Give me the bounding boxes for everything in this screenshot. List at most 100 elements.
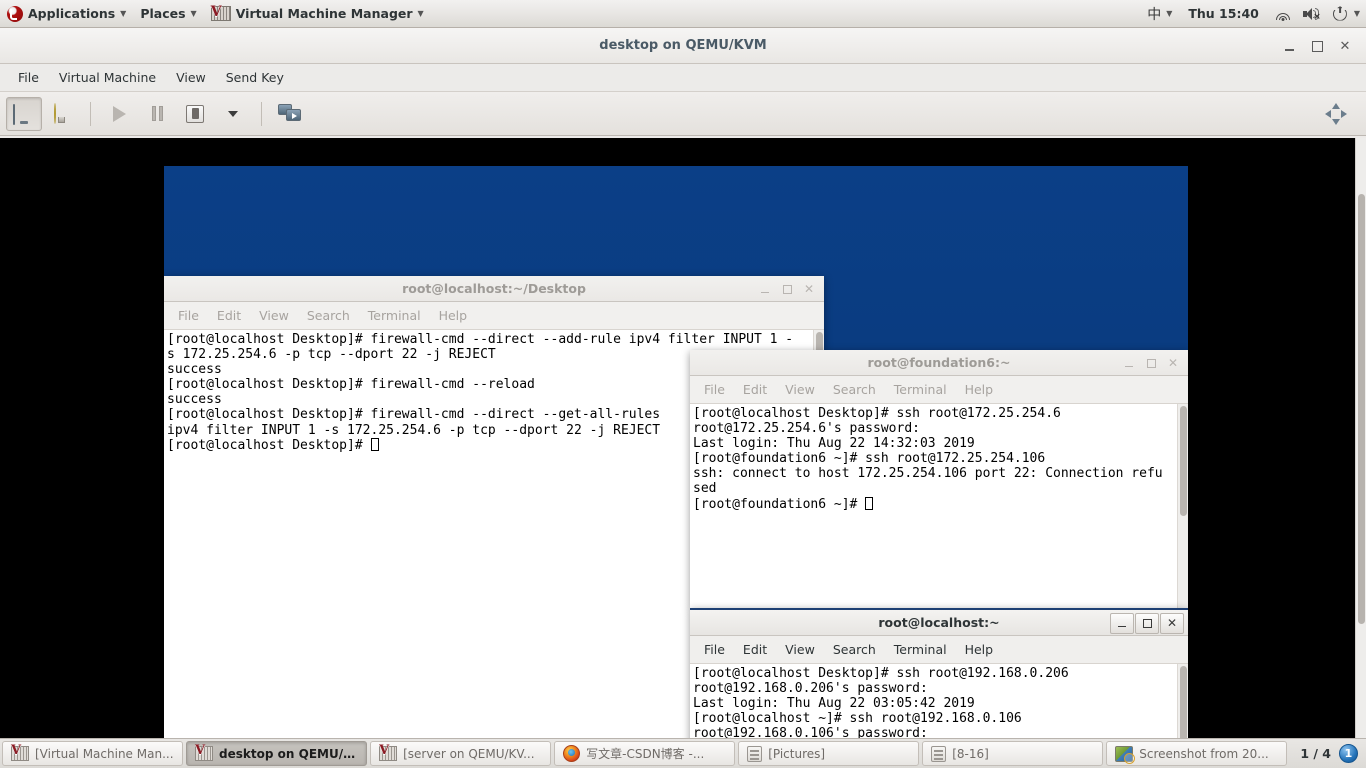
taskbar-item-label: 写文章-CSDN博客 -... (586, 747, 705, 761)
taskbar-item-6[interactable]: Screenshot from 20... (1106, 741, 1288, 766)
shutdown-icon (186, 104, 204, 123)
terminal-1-title: root@localhost:~/Desktop (402, 281, 586, 296)
terminal-3-menu-edit[interactable]: Edit (735, 638, 775, 661)
terminal-2-menu-view[interactable]: View (777, 378, 823, 401)
terminal-3-menu-search[interactable]: Search (825, 638, 884, 661)
vmm-window-title: desktop on QEMU/KVM (599, 38, 767, 53)
terminal-2-menu-search[interactable]: Search (825, 378, 884, 401)
terminal-window-3[interactable]: root@localhost:~ ✕ File Edit View Search… (690, 608, 1188, 738)
run-vm-button[interactable] (101, 97, 137, 131)
terminal-3-output: [root@localhost Desktop]# ssh root@192.1… (690, 664, 1177, 738)
terminal-2-minimize-button[interactable] (1118, 353, 1140, 373)
menu-virtual-machine[interactable]: Virtual Machine (49, 66, 166, 89)
terminal-line: [root@foundation6 ~]# (693, 496, 1177, 512)
vm-viewport-scrollbar[interactable] (1355, 138, 1366, 738)
terminal-1-menu-view[interactable]: View (251, 304, 297, 327)
volume-muted-icon: × (1302, 7, 1321, 21)
terminal-3-maximize-button[interactable] (1135, 612, 1159, 634)
toolbar-separator (261, 101, 262, 126)
menu-view[interactable]: View (166, 66, 216, 89)
clock[interactable]: Thu 15:40 (1178, 1, 1268, 27)
terminal-2-close-button[interactable]: ✕ (1162, 353, 1184, 373)
screens-icon (278, 104, 302, 123)
vmm-close-button[interactable]: ✕ (1332, 33, 1358, 59)
terminal-3-minimize-button[interactable] (1110, 612, 1134, 634)
terminal-window-2[interactable]: root@foundation6:~ ✕ File Edit View Sear… (690, 350, 1188, 608)
terminal-2-scrollbar[interactable] (1177, 404, 1188, 608)
pause-icon (151, 106, 163, 121)
shutdown-vm-button[interactable] (177, 97, 213, 131)
terminal-1-minimize-button[interactable] (754, 279, 776, 299)
vmm-toolbar (0, 92, 1366, 136)
chevron-down-icon: ▼ (1166, 8, 1173, 18)
taskbar-item-label: [server on QEMU/KV... (403, 746, 535, 761)
taskbar-item-5[interactable]: [8-16] (922, 741, 1104, 766)
fullscreen-button[interactable] (1318, 97, 1354, 131)
virtual-machine-manager-icon (379, 743, 398, 761)
power-icon (1332, 6, 1347, 21)
workspace-indicator[interactable]: 1 / 4 1 (1290, 744, 1364, 763)
terminal-1-menu-help[interactable]: Help (431, 304, 476, 327)
terminal-1-maximize-button[interactable] (776, 279, 798, 299)
chevron-down-icon: ▼ (120, 8, 127, 18)
terminal-1-menu-file[interactable]: File (170, 304, 207, 327)
take-screenshot-button[interactable] (272, 97, 308, 131)
taskbar-item-label: [8-16] (952, 746, 989, 761)
terminal-1-titlebar: root@localhost:~/Desktop ✕ (164, 276, 824, 302)
taskbar-item-label: [Virtual Machine Man... (35, 746, 174, 761)
terminal-2-menu-terminal[interactable]: Terminal (886, 378, 955, 401)
taskbar-item-0[interactable]: [Virtual Machine Man... (2, 741, 184, 766)
terminal-3-body[interactable]: [root@localhost Desktop]# ssh root@192.1… (690, 664, 1188, 738)
vmm-minimize-button[interactable] (1276, 33, 1302, 59)
terminal-3-menu-file[interactable]: File (696, 638, 733, 661)
vm-viewport-scroll-thumb[interactable] (1358, 194, 1365, 624)
terminal-3-menu-terminal[interactable]: Terminal (886, 638, 955, 661)
system-menu[interactable]: ▼ (1327, 1, 1366, 27)
shutdown-options-button[interactable] (215, 97, 251, 131)
menu-file[interactable]: File (8, 66, 49, 89)
terminal-2-menu-help[interactable]: Help (957, 378, 1002, 401)
terminal-3-window-controls: ✕ (1109, 610, 1184, 636)
vmm-menubar: File Virtual Machine View Send Key (0, 64, 1366, 92)
terminal-3-close-button[interactable]: ✕ (1160, 612, 1184, 634)
terminal-2-menu-edit[interactable]: Edit (735, 378, 775, 401)
pause-vm-button[interactable] (139, 97, 175, 131)
vmm-toolbar-right (1318, 97, 1366, 131)
terminal-line: [root@localhost Desktop]# firewall-cmd -… (167, 332, 794, 347)
terminal-2-body[interactable]: [root@localhost Desktop]# ssh root@172.2… (690, 404, 1188, 608)
vm-graphical-console[interactable]: root@localhost:~/Desktop ✕ File Edit Vie… (0, 138, 1366, 738)
terminal-1-menu-edit[interactable]: Edit (209, 304, 249, 327)
taskbar-item-3[interactable]: 写文章-CSDN博客 -... (554, 741, 736, 766)
virtual-machine-manager-icon (11, 743, 29, 761)
vmm-titlebar: desktop on QEMU/KVM ✕ (0, 28, 1366, 64)
terminal-line: root@192.168.0.206's password: (693, 681, 928, 697)
volume-indicator[interactable]: × (1297, 1, 1327, 27)
terminal-1-window-controls: ✕ (754, 276, 820, 302)
places-menu[interactable]: Places ▼ (133, 1, 203, 27)
network-indicator[interactable] (1269, 1, 1297, 27)
taskbar-item-2[interactable]: [server on QEMU/KV... (370, 741, 552, 766)
taskbar-item-4[interactable]: [Pictures] (738, 741, 920, 766)
chevron-down-icon: ▼ (1353, 8, 1360, 18)
terminal-3-menu-help[interactable]: Help (957, 638, 1002, 661)
terminal-1-menu-terminal[interactable]: Terminal (360, 304, 429, 327)
workspace-badge[interactable]: 1 (1339, 744, 1358, 763)
terminal-2-maximize-button[interactable] (1140, 353, 1162, 373)
applications-menu[interactable]: Applications ▼ (0, 1, 133, 27)
terminal-1-close-button[interactable]: ✕ (798, 279, 820, 299)
taskbar-item-1[interactable]: desktop on QEMU/K... (186, 741, 368, 766)
menu-send-key[interactable]: Send Key (216, 66, 294, 89)
toolbar-separator (90, 101, 91, 126)
show-graphical-console-button[interactable] (6, 96, 42, 131)
places-menu-label: Places (140, 6, 186, 21)
vmm-app-menu[interactable]: Virtual Machine Manager ▼ (204, 1, 431, 27)
vmm-maximize-button[interactable] (1304, 33, 1330, 59)
terminal-3-menu-view[interactable]: View (777, 638, 823, 661)
input-method-label: 中 (1147, 6, 1162, 23)
terminal-3-scrollbar[interactable] (1177, 664, 1188, 738)
firefox-icon (563, 745, 581, 762)
terminal-1-menu-search[interactable]: Search (299, 304, 358, 327)
show-hardware-details-button[interactable] (44, 97, 80, 131)
input-method-indicator[interactable]: 中 ▼ (1141, 1, 1178, 27)
terminal-2-menu-file[interactable]: File (696, 378, 733, 401)
